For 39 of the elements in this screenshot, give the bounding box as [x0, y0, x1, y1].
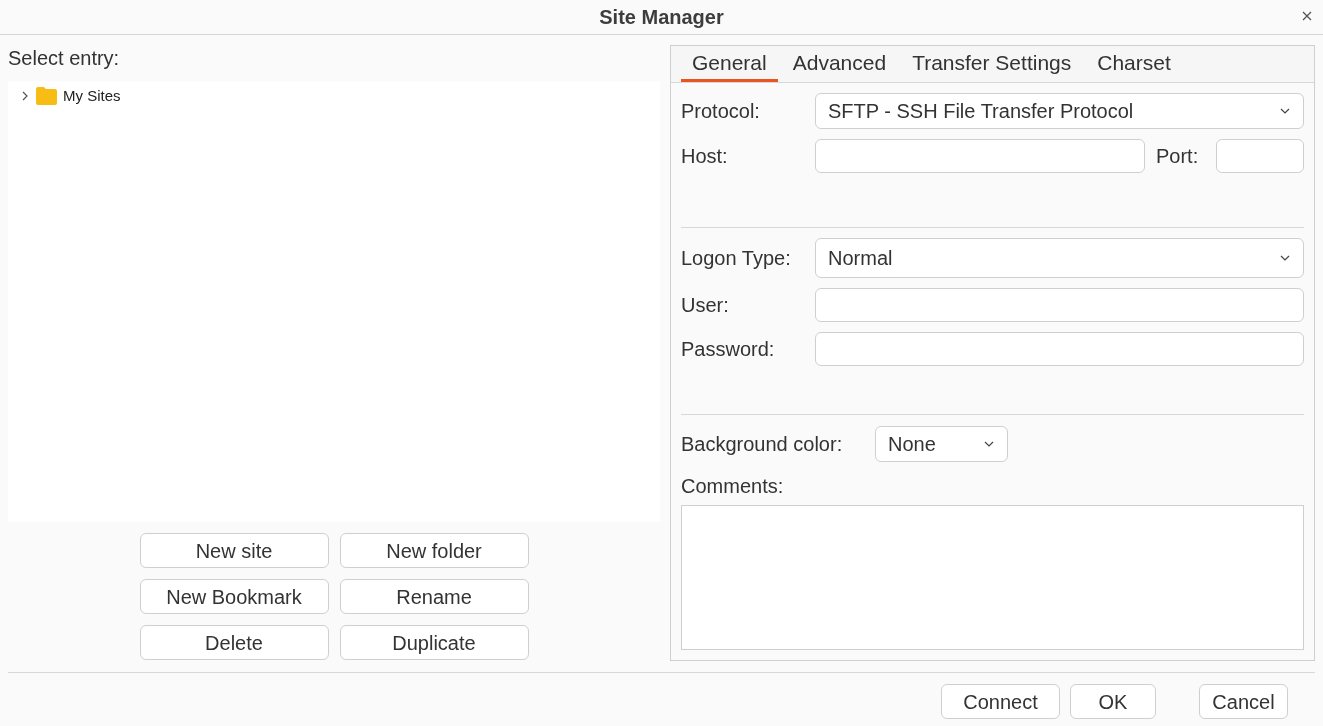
password-label: Password:: [681, 337, 776, 362]
close-icon[interactable]: [1301, 10, 1313, 22]
port-field[interactable]: [1216, 139, 1304, 173]
tree-item[interactable]: My Sites: [20, 85, 660, 107]
background-color-label: Background color:: [681, 432, 844, 457]
dialog-button[interactable]: Connect: [941, 684, 1060, 719]
dialog-button[interactable]: New site: [139, 533, 329, 568]
expander-icon[interactable]: [20, 91, 30, 101]
chevron-down-icon: [1279, 254, 1291, 262]
tree-item-label: My Sites: [63, 85, 121, 106]
window-title: Site Manager: [599, 5, 724, 30]
protocol-dropdown[interactable]: SFTP - SSH File Transfer Protocol: [815, 93, 1304, 129]
comments-field[interactable]: [681, 505, 1304, 650]
dialog-button[interactable]: New folder: [339, 533, 529, 568]
port-label: Port:: [1155, 144, 1200, 169]
folder-icon: [36, 87, 57, 105]
chevron-down-icon: [1279, 107, 1291, 115]
host-label: Host:: [681, 144, 729, 169]
logon-type-dropdown[interactable]: Normal: [815, 238, 1304, 278]
dialog-button[interactable]: Delete: [139, 625, 329, 660]
comments-label: Comments:: [681, 474, 785, 497]
dialog-button[interactable]: Rename: [339, 579, 529, 614]
dialog-button[interactable]: Duplicate: [339, 625, 529, 660]
dialog-button[interactable]: OK: [1070, 684, 1156, 719]
password-field[interactable]: [815, 332, 1304, 366]
logon-type-label: Logon Type:: [681, 246, 792, 271]
background-color-dropdown[interactable]: None: [875, 426, 1008, 462]
host-field[interactable]: [815, 139, 1145, 173]
tab[interactable]: General: [681, 46, 778, 82]
protocol-label: Protocol:: [681, 99, 761, 124]
dialog-button[interactable]: New Bookmark: [139, 579, 329, 614]
tab[interactable]: Advanced: [781, 46, 898, 82]
user-label: User:: [681, 293, 730, 318]
tab[interactable]: Transfer Settings: [901, 46, 1083, 82]
dialog-button[interactable]: Cancel: [1199, 684, 1288, 719]
user-field[interactable]: [815, 288, 1304, 322]
chevron-down-icon: [983, 440, 995, 448]
tab[interactable]: Charset: [1086, 46, 1182, 82]
select-entry-label: Select entry:: [8, 46, 121, 71]
